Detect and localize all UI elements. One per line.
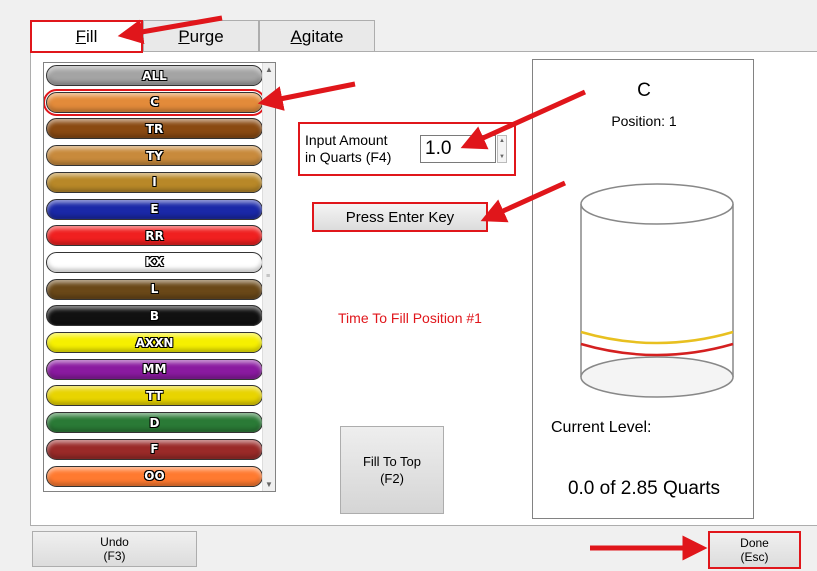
fill-to-top-label: Fill To Top — [362, 454, 422, 469]
amount-label: Input Amount in Quarts (F4) — [305, 132, 415, 166]
tab-agitate-mnemonic: A — [290, 26, 302, 46]
color-list-scrollbar[interactable]: ▲ ≡ ▼ — [262, 63, 275, 491]
amount-input[interactable] — [420, 135, 496, 163]
tab-agitate[interactable]: Agitate — [259, 20, 375, 52]
color-item-oo[interactable]: OO — [46, 465, 263, 487]
undo-shortcut: (F3) — [103, 549, 126, 563]
amount-label-line1: Input Amount — [305, 132, 388, 148]
color-list[interactable]: ALL C TR TY I E RR KX L B AXXN MM TT D F OO ▲ ≡ ▼ — [43, 62, 276, 492]
color-item-i[interactable]: I — [46, 171, 263, 193]
amount-label-line2: in Quarts (F4) — [305, 149, 392, 165]
fill-to-top-button[interactable]: Fill To Top (F2) — [340, 426, 444, 514]
press-enter-key-button[interactable]: Press Enter Key — [312, 202, 488, 232]
color-item-l[interactable]: L — [46, 278, 263, 300]
color-item-b[interactable]: B — [46, 305, 263, 327]
color-item-ty[interactable]: TY — [46, 145, 263, 167]
current-level-value: 0.0 of 2.85 Quarts — [567, 478, 721, 499]
undo-label: Undo — [100, 535, 129, 549]
tank-target-line — [580, 330, 734, 345]
done-shortcut: (Esc) — [740, 550, 769, 564]
fill-to-top-shortcut: (F2) — [380, 471, 404, 486]
color-item-e[interactable]: E — [46, 198, 263, 220]
undo-button[interactable]: Undo (F3) — [32, 531, 197, 567]
amount-input-group: Input Amount in Quarts (F4) ▲ ▼ — [298, 122, 516, 176]
color-item-all[interactable]: ALL — [46, 65, 263, 86]
stepper-up-icon[interactable]: ▲ — [499, 138, 505, 144]
tab-purge[interactable]: Purge — [143, 20, 259, 52]
color-item-c[interactable]: C — [44, 88, 266, 116]
tank-graphic — [580, 183, 734, 398]
color-item-d[interactable]: D — [46, 412, 263, 434]
color-item-tr[interactable]: TR — [46, 118, 263, 140]
done-button[interactable]: Done (Esc) — [708, 531, 801, 569]
tab-purge-mnemonic: P — [178, 26, 190, 46]
tab-fill-label: ill — [86, 26, 98, 46]
tank-color-title: C — [637, 80, 651, 101]
color-item-f[interactable]: F — [46, 438, 263, 460]
tab-purge-label: urge — [189, 26, 224, 46]
color-item-tt[interactable]: TT — [46, 385, 263, 407]
tab-fill-mnemonic: F — [75, 26, 87, 46]
scroll-up-icon[interactable]: ▲ — [265, 65, 273, 74]
scroll-down-icon[interactable]: ▼ — [265, 480, 273, 489]
current-level-label: Current Level: — [551, 419, 652, 436]
amount-stepper[interactable]: ▲ ▼ — [497, 135, 507, 163]
tank-level-line — [580, 342, 734, 357]
stepper-down-icon[interactable]: ▼ — [499, 154, 505, 160]
tank-position-label: Position: 1 — [611, 113, 677, 129]
done-label: Done — [740, 536, 769, 550]
tab-agitate-label: gitate — [301, 26, 344, 46]
color-item-axxn[interactable]: AXXN — [46, 332, 263, 353]
tab-fill[interactable]: Fill — [30, 20, 143, 53]
color-item-kx[interactable]: KX — [46, 251, 263, 273]
fill-status-text: Time To Fill Position #1 — [338, 310, 482, 326]
tank-panel: C Position: 1 Current Level: 0.0 of 2.85… — [532, 59, 754, 519]
scroll-grip-icon[interactable]: ≡ — [266, 273, 270, 280]
color-item-rr[interactable]: RR — [46, 225, 263, 247]
color-item-mm[interactable]: MM — [46, 358, 263, 380]
